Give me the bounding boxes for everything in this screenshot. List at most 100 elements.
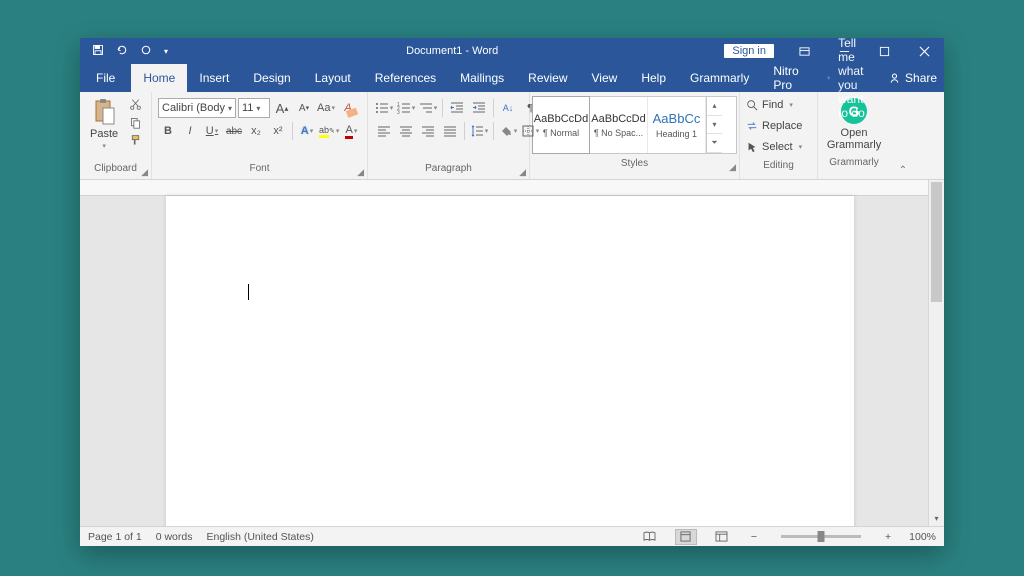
tab-design[interactable]: Design bbox=[241, 64, 302, 92]
signin-button[interactable]: Sign in bbox=[724, 44, 774, 58]
zoom-level[interactable]: 100% bbox=[909, 531, 936, 543]
clipboard-launcher-icon[interactable]: ◢ bbox=[141, 167, 148, 178]
tell-me-search[interactable]: Tell me what you want to do bbox=[811, 64, 874, 92]
indent-icon bbox=[472, 101, 486, 115]
find-button[interactable]: Find▾ bbox=[746, 95, 811, 115]
qat-more-icon[interactable]: ▾ bbox=[164, 47, 168, 56]
tab-nitro[interactable]: Nitro Pro bbox=[761, 64, 810, 92]
replace-button[interactable]: Replace bbox=[746, 116, 811, 136]
align-right-button[interactable] bbox=[418, 121, 438, 141]
spacing-icon bbox=[470, 124, 484, 138]
highlight-button[interactable]: ab✎▾ bbox=[319, 121, 339, 141]
page[interactable]: KuyhAa-me bbox=[166, 196, 854, 526]
underline-button[interactable]: U▾ bbox=[202, 121, 222, 141]
tab-grammarly[interactable]: Grammarly bbox=[678, 64, 761, 92]
bullets-button[interactable]: ▾ bbox=[374, 98, 394, 118]
styles-more-button[interactable]: ▴▾⏷ bbox=[706, 97, 722, 153]
text-cursor bbox=[248, 284, 249, 300]
bucket-icon bbox=[499, 124, 513, 138]
line-spacing-button[interactable]: ▾ bbox=[469, 121, 489, 141]
borders-button[interactable]: ▾ bbox=[520, 121, 540, 141]
text-effects-button[interactable]: A▾ bbox=[297, 121, 317, 141]
styles-gallery[interactable]: AaBbCcDd ¶ Normal AaBbCcDd ¶ No Spac... … bbox=[532, 96, 737, 154]
svg-text:3: 3 bbox=[397, 110, 400, 115]
grow-font-button[interactable]: A▴ bbox=[272, 98, 292, 118]
select-button[interactable]: Select▾ bbox=[746, 137, 811, 157]
paste-button[interactable]: Paste ▾ bbox=[86, 96, 122, 152]
tab-view[interactable]: View bbox=[580, 64, 630, 92]
shading-button[interactable]: ▾ bbox=[498, 121, 518, 141]
horizontal-ruler[interactable] bbox=[80, 180, 928, 196]
window-title: Document1 - Word bbox=[180, 45, 724, 57]
align-center-button[interactable] bbox=[396, 121, 416, 141]
format-painter-button[interactable] bbox=[126, 132, 144, 148]
zoom-in-button[interactable]: + bbox=[881, 531, 895, 543]
multilevel-button[interactable]: ▾ bbox=[418, 98, 438, 118]
copy-button[interactable] bbox=[126, 114, 144, 130]
justify-button[interactable] bbox=[440, 121, 460, 141]
styles-launcher-icon[interactable]: ◢ bbox=[729, 162, 736, 173]
read-mode-icon bbox=[643, 531, 656, 542]
close-icon[interactable] bbox=[904, 38, 944, 64]
tab-mailings[interactable]: Mailings bbox=[448, 64, 516, 92]
font-name-combo[interactable]: Calibri (Body▾ bbox=[158, 98, 236, 118]
tab-file[interactable]: File bbox=[80, 64, 131, 92]
undo-icon[interactable] bbox=[116, 44, 128, 59]
font-color-button[interactable]: A▾ bbox=[341, 121, 361, 141]
subscript-button[interactable]: x₂ bbox=[246, 121, 266, 141]
bold-button[interactable]: B bbox=[158, 121, 178, 141]
read-mode-button[interactable] bbox=[639, 529, 661, 545]
sort-button[interactable]: A↓ bbox=[498, 98, 518, 118]
change-case-button[interactable]: Aa▾ bbox=[316, 98, 336, 118]
font-launcher-icon[interactable]: ◢ bbox=[357, 167, 364, 178]
print-layout-icon bbox=[679, 531, 692, 542]
word-window: ▾ Document1 - Word Sign in File Home Ins… bbox=[80, 38, 944, 546]
vertical-scrollbar[interactable]: ▴ ▾ bbox=[928, 180, 944, 526]
zoom-slider-knob[interactable] bbox=[818, 531, 825, 542]
tab-review[interactable]: Review bbox=[516, 64, 579, 92]
superscript-button[interactable]: x² bbox=[268, 121, 288, 141]
decrease-indent-button[interactable] bbox=[447, 98, 467, 118]
italic-button[interactable]: I bbox=[180, 121, 200, 141]
save-icon[interactable] bbox=[92, 44, 104, 59]
tab-home[interactable]: Home bbox=[131, 64, 187, 92]
language-indicator[interactable]: English (United States) bbox=[206, 531, 313, 543]
font-size-combo[interactable]: 11▾ bbox=[238, 98, 270, 118]
web-layout-button[interactable] bbox=[711, 529, 733, 545]
clear-format-button[interactable]: A bbox=[338, 98, 358, 118]
strike-button[interactable]: abc bbox=[224, 121, 244, 141]
style-heading1[interactable]: AaBbCc Heading 1 bbox=[648, 97, 706, 153]
tab-references[interactable]: References bbox=[363, 64, 448, 92]
tab-insert[interactable]: Insert bbox=[187, 64, 241, 92]
cut-button[interactable] bbox=[126, 96, 144, 112]
tab-help[interactable]: Help bbox=[629, 64, 678, 92]
print-layout-button[interactable] bbox=[675, 529, 697, 545]
word-count[interactable]: 0 words bbox=[156, 531, 193, 543]
tab-layout[interactable]: Layout bbox=[303, 64, 363, 92]
page-indicator[interactable]: Page 1 of 1 bbox=[88, 531, 142, 543]
increase-indent-button[interactable] bbox=[469, 98, 489, 118]
paste-icon bbox=[92, 98, 116, 126]
quick-access-toolbar: ▾ bbox=[80, 44, 180, 59]
share-button[interactable]: Share bbox=[874, 64, 951, 92]
show-marks-button[interactable]: ¶ bbox=[520, 98, 540, 118]
borders-icon bbox=[521, 124, 535, 138]
cursor-icon bbox=[746, 141, 758, 153]
style-nospacing[interactable]: AaBbCcDd ¶ No Spac... bbox=[590, 97, 648, 153]
shrink-font-button[interactable]: A▾ bbox=[294, 98, 314, 118]
group-editing: Find▾ Replace Select▾ Editing bbox=[740, 92, 818, 179]
copy-icon bbox=[129, 116, 142, 129]
scroll-down-icon[interactable]: ▾ bbox=[929, 510, 944, 526]
zoom-out-button[interactable]: − bbox=[747, 531, 761, 543]
ribbon-display-icon[interactable] bbox=[784, 38, 824, 64]
paragraph-launcher-icon[interactable]: ◢ bbox=[519, 167, 526, 178]
zoom-slider[interactable] bbox=[781, 535, 861, 538]
align-left-button[interactable] bbox=[374, 121, 394, 141]
collapse-ribbon-icon[interactable]: ⌃ bbox=[890, 92, 916, 179]
ribbon-tabs: File Home Insert Design Layout Reference… bbox=[80, 64, 944, 92]
style-normal[interactable]: AaBbCcDd ¶ Normal bbox=[532, 96, 590, 154]
numbering-button[interactable]: 123▾ bbox=[396, 98, 416, 118]
web-layout-icon bbox=[715, 531, 728, 542]
scrollbar-thumb[interactable] bbox=[931, 182, 942, 302]
redo-icon[interactable] bbox=[140, 44, 152, 59]
